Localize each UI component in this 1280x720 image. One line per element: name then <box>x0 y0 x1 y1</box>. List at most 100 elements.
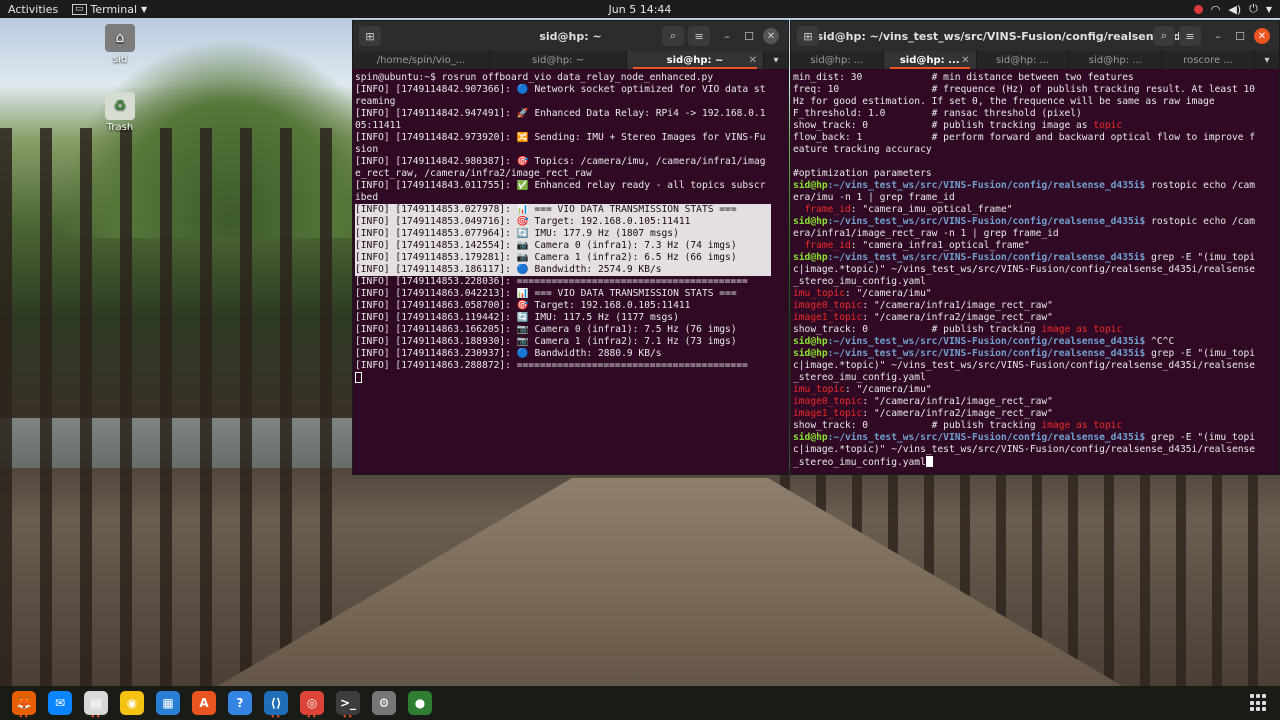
tab[interactable]: sid@hp: ... ✕ <box>883 51 977 69</box>
running-indicator: •• <box>18 713 30 720</box>
terminal-line-text: show_track: 0 # publish tracking image a… <box>793 120 1094 131</box>
rviz-icon[interactable]: ● <box>408 691 432 715</box>
terminal-line-text <box>793 204 805 215</box>
app-menu-button[interactable]: ▭ Terminal ▼ <box>72 3 147 16</box>
terminal-line-text: [INFO] [1749114863.166205]: 📷 Camera 0 (… <box>355 324 737 335</box>
terminal-line: show_track: 0 # publish tracking image a… <box>793 420 1277 432</box>
terminal-line: image1_topic: "/camera/infra2/image_rect… <box>793 312 1277 324</box>
volume-icon[interactable]: ◀) <box>1228 3 1241 16</box>
notification-dot-icon[interactable] <box>1193 4 1203 14</box>
chevron-down-icon[interactable]: ▼ <box>1266 5 1272 14</box>
terminal-output[interactable]: spin@ubuntu:~$ rosrun offboard_vio data_… <box>353 69 788 387</box>
terminal-window-left[interactable]: ⊞ sid@hp: ~ ⌕ ≡ – ☐ ✕ /home/spin/vio_...… <box>352 20 789 475</box>
prompt-user: sid@hp <box>793 432 828 443</box>
tab-label: sid@hp: ~ <box>666 54 724 66</box>
terminal-line-text: eature tracking accuracy <box>793 144 932 155</box>
window-titlebar[interactable]: ⊞ sid@hp: ~ ⌕ ≡ – ☐ ✕ <box>353 21 788 51</box>
terminal-line: imu_topic: "/camera/imu" <box>793 288 1277 300</box>
firefox-icon[interactable]: 🦊 •• <box>12 691 36 720</box>
terminal-line-text: [INFO] [1749114853.228036]: ============… <box>355 276 748 287</box>
dock-glyph: ? <box>236 696 244 710</box>
desktop-icon-label: Trash <box>106 122 134 133</box>
tab-close-icon[interactable]: ✕ <box>961 55 969 66</box>
terminal-line-text: [INFO] [1749114842.980387]: 🎯 Topics: /c… <box>355 156 766 167</box>
terminal-line: imu_topic: "/camera/imu" <box>793 384 1277 396</box>
search-icon[interactable]: ⌕ <box>662 26 684 46</box>
files-icon[interactable]: ▤ •• <box>84 691 108 720</box>
terminal-line-text: : "/camera/imu" <box>844 288 932 299</box>
tab[interactable]: sid@hp: ... <box>977 51 1070 69</box>
terminal-line: [INFO] [1749114863.288872]: ============… <box>355 360 786 372</box>
terminal-line: [INFO] [1749114842.947491]: 🚀 Enhanced D… <box>355 108 786 120</box>
prompt-path: :~/vins_test_ws/src/VINS-Fusion/config/r… <box>827 432 1146 443</box>
chrome-icon[interactable]: ◎ •• <box>300 691 324 720</box>
tab[interactable]: /home/spin/vio_... <box>353 51 490 69</box>
rhythmbox-icon[interactable]: ◉ <box>120 691 144 715</box>
grep-match: imu_topic <box>793 288 845 299</box>
wallpaper-rail-left <box>0 128 360 686</box>
text-cursor <box>925 456 933 467</box>
dock-glyph: ⚙ <box>378 696 390 710</box>
home-folder-icon: ⌂ <box>105 24 135 52</box>
hamburger-menu-icon[interactable]: ≡ <box>1179 26 1201 46</box>
close-window-button[interactable]: ✕ <box>760 26 782 46</box>
terminal-app-icon: ▭ <box>72 3 87 15</box>
terminal-line-text: reaming <box>355 96 396 107</box>
search-icon[interactable]: ⌕ <box>1153 26 1175 46</box>
new-tab-icon[interactable]: ⊞ <box>359 26 381 46</box>
prompt-user: sid@hp <box>793 348 828 359</box>
terminal-line-text: : "camera_imu_optical_frame" <box>850 204 1013 215</box>
terminal-line: _stereo_imu_config.yaml <box>793 372 1277 384</box>
terminal-icon[interactable]: >_ •• <box>336 691 360 720</box>
grep-match: topic <box>1093 120 1123 131</box>
terminal-line-text: flow_back: 1 # perform forward and backw… <box>793 132 1256 143</box>
tab-list-chevron-icon[interactable]: ▾ <box>764 51 788 69</box>
hamburger-menu-icon[interactable]: ≡ <box>688 26 710 46</box>
minimize-icon[interactable]: – <box>716 26 738 46</box>
grep-match: image1_topic <box>793 408 863 419</box>
desktop-icon-home[interactable]: ⌂ sid <box>100 24 140 65</box>
help-icon[interactable]: ? <box>228 691 252 715</box>
show-applications-icon[interactable] <box>1250 694 1268 712</box>
power-icon[interactable]: ⏻ <box>1249 2 1258 16</box>
tab[interactable]: sid@hp: ... <box>791 51 884 69</box>
terminal-line-text: [INFO] [1749114853.077964]: 🔄 IMU: 177.9… <box>355 228 772 240</box>
running-indicator: •• <box>342 713 354 720</box>
window-titlebar[interactable]: ⊞ sid@hp: ~/vins_test_ws/src/VINS-Fusion… <box>791 21 1279 51</box>
terminal-output[interactable]: min_dist: 30 # min distance between two … <box>791 69 1279 471</box>
tab-close-icon[interactable]: ✕ <box>749 55 757 66</box>
grep-match: imu_topic <box>793 384 845 395</box>
terminal-line-text: [INFO] [1749114863.058700]: 🎯 Target: 19… <box>355 300 691 311</box>
minimize-icon[interactable]: – <box>1207 26 1229 46</box>
terminal-line: [INFO] [1749114863.166205]: 📷 Camera 0 (… <box>355 324 786 336</box>
close-window-button[interactable]: ✕ <box>1251 26 1273 46</box>
dock-glyph: ▤ <box>90 696 102 710</box>
new-tab-icon[interactable]: ⊞ <box>797 26 819 46</box>
clock[interactable]: Jun 5 14:44 <box>0 3 1280 16</box>
terminal-line: [INFO] [1749114842.973920]: 🔀 Sending: I… <box>355 132 786 144</box>
terminal-line: image1_topic: "/camera/infra2/image_rect… <box>793 408 1277 420</box>
tab[interactable]: sid@hp: ... <box>1069 51 1163 69</box>
vscode-icon[interactable]: ⟨⟩ •• <box>264 691 288 720</box>
wifi-icon[interactable]: ◠ <box>1211 3 1221 16</box>
tab[interactable]: roscore ... <box>1162 51 1255 69</box>
text-cursor <box>355 372 362 383</box>
tab[interactable]: sid@hp: ~ ✕ <box>627 51 764 69</box>
settings-icon[interactable]: ⚙ <box>372 691 396 715</box>
software-center-icon[interactable]: A <box>192 691 216 715</box>
libreoffice-writer-icon[interactable]: ▦ <box>156 691 180 715</box>
tab-label: /home/spin/vio_... <box>376 54 466 66</box>
tab[interactable]: sid@hp: ~ <box>490 51 627 69</box>
terminal-line: Hz for good estimation. If set 0, the fr… <box>793 96 1277 108</box>
maximize-icon[interactable]: ☐ <box>1229 26 1251 46</box>
maximize-icon[interactable]: ☐ <box>738 26 760 46</box>
desktop-icon-trash[interactable]: ♻ Trash <box>100 92 140 133</box>
terminal-line-text: Hz for good estimation. If set 0, the fr… <box>793 96 1215 107</box>
thunderbird-icon[interactable]: ✉ <box>48 691 72 715</box>
terminal-line: c|image.*topic)" ~/vins_test_ws/src/VINS… <box>793 264 1277 276</box>
system-tray[interactable]: ◠ ◀) ⏻ ▼ <box>1193 2 1272 16</box>
tab-list-chevron-icon[interactable]: ▾ <box>1255 51 1279 69</box>
terminal-window-right[interactable]: ⊞ sid@hp: ~/vins_test_ws/src/VINS-Fusion… <box>790 20 1280 475</box>
close-icon: ✕ <box>1254 28 1270 44</box>
activities-button[interactable]: Activities <box>0 3 66 16</box>
